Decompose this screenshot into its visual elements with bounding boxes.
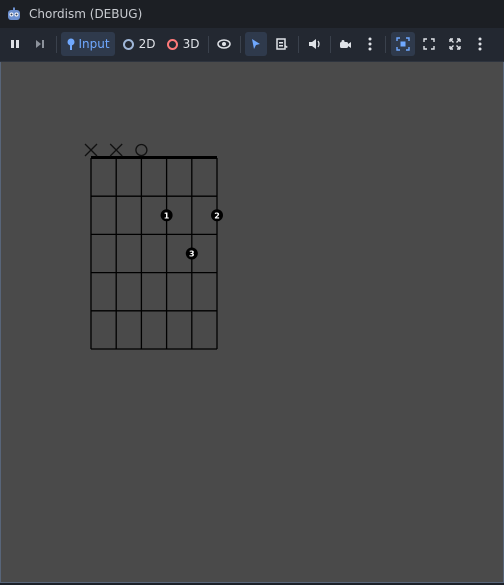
chord-diagram: 1 2 3 — [84, 143, 223, 350]
list-select-button[interactable] — [271, 32, 293, 56]
separator — [208, 36, 209, 53]
title-bar: Chordism (DEBUG) — [0, 0, 504, 28]
separator — [330, 36, 331, 53]
window-title: Chordism (DEBUG) — [29, 7, 143, 21]
mode-3d-label: 3D — [182, 37, 200, 51]
select-tool-button[interactable] — [245, 32, 267, 56]
pause-button[interactable] — [6, 32, 24, 56]
finger-number: 2 — [214, 211, 220, 220]
cursor-icon — [252, 39, 260, 49]
separator — [56, 36, 57, 53]
step-icon — [35, 40, 44, 48]
separator — [240, 36, 241, 53]
kebab-menu-icon — [478, 37, 482, 51]
joystick-icon — [67, 38, 75, 50]
open-string-marker — [135, 143, 148, 157]
camera-options-button[interactable] — [362, 32, 378, 56]
input-label: Input — [78, 37, 110, 51]
embed-window-icon — [396, 37, 410, 51]
godot-icon — [8, 7, 20, 20]
more-options-button[interactable] — [472, 32, 488, 56]
embed-game-button[interactable] — [391, 32, 415, 56]
eye-icon — [217, 39, 231, 49]
fit-button[interactable] — [418, 32, 440, 56]
debug-toolbar: Input 2D 3D — [0, 28, 504, 62]
next-frame-button[interactable] — [30, 32, 50, 56]
expand-icon — [423, 38, 435, 50]
circle-icon — [122, 38, 134, 50]
list-icon — [275, 38, 288, 50]
game-viewport[interactable]: 1 2 3 — [0, 62, 504, 583]
fullscreen-button[interactable] — [444, 32, 466, 56]
mode-3d-button[interactable]: 3D — [163, 32, 203, 56]
input-button[interactable]: Input — [61, 32, 115, 56]
kebab-menu-icon — [368, 37, 372, 51]
finger-number: 1 — [164, 211, 170, 220]
audio-button[interactable] — [303, 32, 325, 56]
separator — [298, 36, 299, 53]
camera-override-button[interactable] — [335, 32, 355, 56]
mode-2d-button[interactable]: 2D — [119, 32, 159, 56]
visibility-button[interactable] — [214, 32, 234, 56]
circle-icon — [166, 38, 178, 50]
separator — [385, 36, 386, 53]
mode-2d-label: 2D — [138, 37, 156, 51]
fullscreen-icon — [449, 38, 461, 50]
speaker-icon — [308, 39, 320, 49]
camera-icon — [339, 39, 351, 48]
finger-number: 3 — [189, 250, 195, 259]
pause-icon — [11, 40, 19, 48]
